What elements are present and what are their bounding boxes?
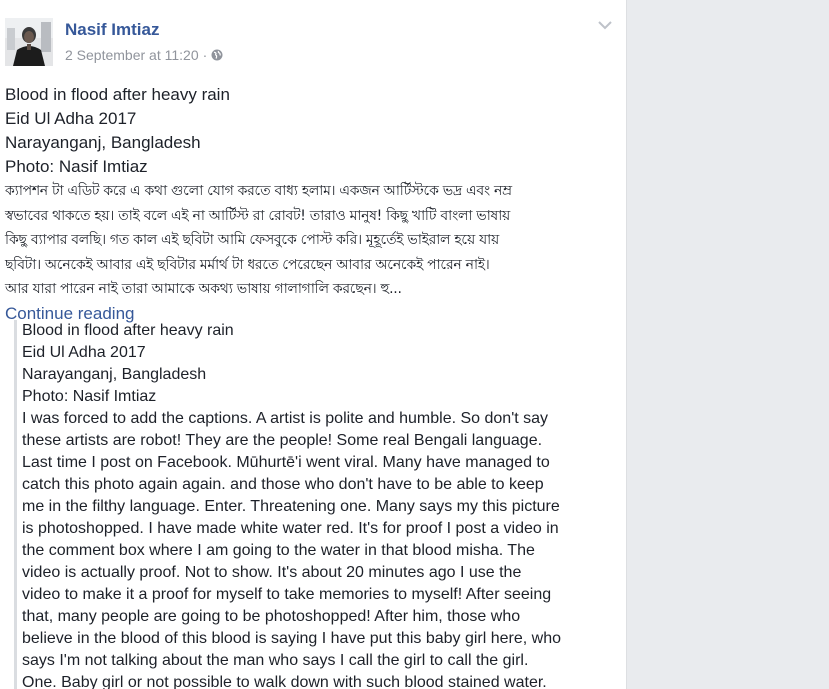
post-body: Blood in flood after heavy rain Eid Ul A… — [5, 83, 620, 325]
post-line: Eid Ul Adha 2017 — [5, 109, 137, 128]
avatar-image — [5, 18, 53, 66]
translation-line: says I'm not talking about the man who s… — [22, 652, 529, 669]
translation-line: video is actually proof. Not to show. It… — [22, 564, 522, 581]
translation-line: I was forced to add the captions. A arti… — [22, 410, 549, 427]
author-name[interactable]: Nasif Imtiaz — [65, 20, 159, 40]
post-line: Blood in flood after heavy rain — [5, 85, 230, 104]
bengali-line: আর যারা পারেন নাই তারা আমাকে অকথ্য ভাষায… — [5, 281, 402, 297]
translation-line: Photo: Nasif Imtiaz — [22, 388, 157, 405]
chevron-down-icon[interactable] — [596, 18, 614, 32]
bengali-line: ক্যাপশন টা এডিট করে এ কথা গুলো যোগ করতে … — [5, 183, 512, 199]
post-meta: 2 September at 11:20 · — [65, 47, 223, 64]
translation-line: video to make it a proof for myself to t… — [22, 586, 552, 603]
bengali-line: ছবিটা। অনেকেই আবার এই ছবিটার মর্মার্থ টা… — [5, 256, 490, 273]
translation-line: Eid Ul Adha 2017 — [22, 344, 146, 361]
bengali-text: ক্যাপশন টা এডিট করে এ কথা গুলো যোগ করতে … — [5, 179, 617, 302]
translation-line: me in the filthy language. Enter. Threat… — [22, 498, 560, 515]
translation-line: One. Baby girl or not possible to walk d… — [22, 674, 547, 689]
post-line: Narayanganj, Bangladesh — [5, 133, 201, 152]
avatar[interactable] — [5, 18, 53, 66]
translation-block: Blood in flood after heavy rain Eid Ul A… — [14, 320, 620, 689]
meta-separator: · — [202, 47, 208, 63]
translation-line: believe in the blood of this blood is sa… — [22, 630, 561, 647]
globe-icon[interactable] — [211, 48, 223, 64]
translation-line: Blood in flood after heavy rain — [22, 322, 234, 339]
bengali-line: কিছু ব্যাপার বলছি। গত কাল এই ছবিটা আমি ফ… — [5, 232, 499, 248]
translation-line: Last time I post on Facebook. Mūhurtē'i … — [22, 454, 550, 471]
bengali-line: স্বভাবের থাকতে হয়। তাই বলে এই না আর্টিস… — [5, 207, 510, 224]
post-line: Photo: Nasif Imtiaz — [5, 157, 148, 176]
translation-line: catch this photo again again. and those … — [22, 476, 544, 493]
translation-line: is photoshopped. I have made white water… — [22, 520, 559, 537]
post-timestamp[interactable]: 2 September at 11:20 — [65, 47, 199, 63]
translation-line: Narayanganj, Bangladesh — [22, 366, 207, 383]
translation-line: these artists are robot! They are the pe… — [22, 432, 543, 449]
translation-line: that, many people are going to be photos… — [22, 608, 521, 625]
translation-line: the comment box where I am going to the … — [22, 542, 535, 559]
post-card: Nasif Imtiaz 2 September at 11:20 · Blood… — [0, 0, 627, 689]
